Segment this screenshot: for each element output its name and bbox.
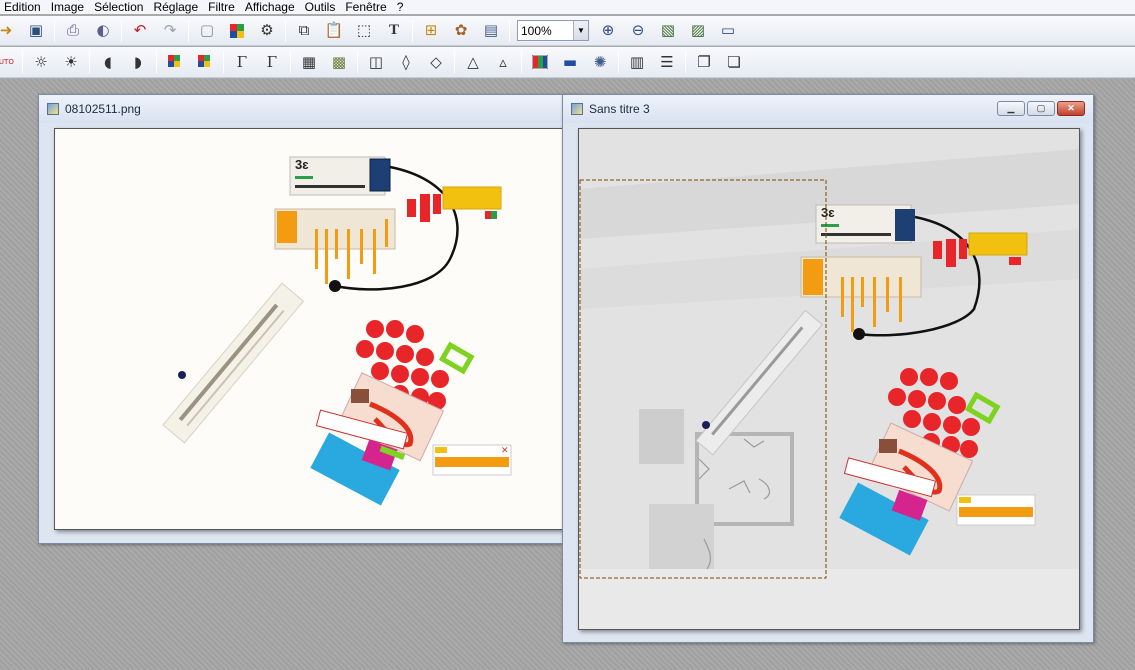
triangle-outline-icon[interactable]: ▵ (491, 50, 515, 74)
window-titlebar[interactable]: Sans titre 3 ▁ ▢ ✕ (563, 95, 1093, 123)
image-canvas[interactable]: 3ɛ (578, 128, 1080, 630)
separator (685, 51, 686, 73)
drop-outline-icon[interactable]: ◇ (424, 50, 448, 74)
svg-text:3ɛ: 3ɛ (821, 205, 835, 220)
chevron-down-icon[interactable]: ▼ (573, 21, 588, 40)
menu-edition[interactable]: Edition (0, 0, 46, 14)
select-icon[interactable]: ⬚ (352, 19, 376, 43)
separator (618, 51, 619, 73)
text-icon[interactable]: T (382, 19, 406, 43)
zoom-out-icon[interactable]: ⊖ (626, 19, 650, 43)
align-icon[interactable]: ☰ (655, 50, 679, 74)
menu-image[interactable]: Image (46, 0, 89, 14)
menu-help[interactable]: ? (392, 0, 409, 14)
tree-icon[interactable]: ⊞ (419, 19, 443, 43)
triangle-icon[interactable]: △ (461, 50, 485, 74)
image-file-icon (47, 103, 59, 115)
paste-icon[interactable]: 📋 (322, 19, 346, 43)
effect-icon[interactable]: ✺ (588, 50, 612, 74)
image-canvas[interactable]: 3ɛ (54, 128, 579, 530)
scanner-icon[interactable]: ◐ (91, 19, 115, 43)
minimize-icon[interactable]: ▁ (997, 101, 1025, 116)
blank-layer-icon[interactable]: ▢ (195, 19, 219, 43)
menu-outils[interactable]: Outils (300, 0, 341, 14)
maximize-icon[interactable]: ▢ (1027, 101, 1055, 116)
monitor-icon[interactable]: ▬ (558, 50, 582, 74)
separator (89, 51, 90, 73)
window-titlebar[interactable]: 08102511.png (39, 95, 577, 123)
drop-icon[interactable]: ◊ (394, 50, 418, 74)
document-window-right[interactable]: Sans titre 3 ▁ ▢ ✕ 3ɛ (562, 94, 1094, 643)
layers-out-icon[interactable]: ❏ (722, 50, 746, 74)
adjust-toolbar: AUTO ☼ ☀ ◖ ◗ Γ Γ ▦ ▩ ◫ ◊ ◇ △ ▵ ▬ ✺ ▥ ☰ ❐… (0, 47, 1135, 78)
layers-icon[interactable]: ❐ (692, 50, 716, 74)
svg-text:✕: ✕ (501, 445, 509, 455)
window-controls: ▁ ▢ ✕ (997, 101, 1085, 116)
menu-bar: Edition Image Sélection Réglage Filtre A… (0, 0, 1135, 14)
separator (188, 19, 189, 42)
window-icon[interactable]: ▤ (479, 19, 503, 43)
brightness-plus-icon[interactable]: ☀ (59, 50, 83, 74)
menu-selection[interactable]: Sélection (89, 0, 148, 14)
menu-reglage[interactable]: Réglage (148, 0, 203, 14)
window-title: 08102511.png (65, 102, 141, 116)
zoom-in-icon[interactable]: ⊕ (596, 19, 620, 43)
print-icon[interactable]: ⎙ (61, 19, 85, 43)
separator (412, 19, 413, 42)
gamma-plus-icon[interactable]: Γ (260, 50, 284, 74)
save-icon[interactable]: ▣ (24, 19, 48, 43)
palette-icon[interactable] (225, 19, 249, 43)
close-icon[interactable]: ✕ (1057, 101, 1085, 116)
open-icon[interactable]: ➜ (0, 19, 18, 43)
document-window-left[interactable]: 08102511.png 3ɛ ✕ (38, 94, 579, 544)
mosaic-icon[interactable]: ▩ (327, 50, 351, 74)
separator (223, 51, 224, 73)
split-icon[interactable]: ▥ (625, 50, 649, 74)
flip-icon[interactable]: ◫ (364, 50, 388, 74)
collage-artwork: 3ɛ (579, 129, 1079, 629)
redo-icon[interactable]: ↷ (158, 19, 182, 43)
settings-icon[interactable]: ✿ (449, 19, 473, 43)
menu-fenetre[interactable]: Fenêtre (340, 0, 391, 14)
separator (121, 19, 122, 42)
auto-icon[interactable]: AUTO (0, 50, 16, 74)
separator (22, 51, 23, 73)
actual-size-icon[interactable]: ▨ (686, 19, 710, 43)
svg-text:3ɛ: 3ɛ (295, 157, 309, 172)
separator (509, 19, 510, 42)
contrast-plus-icon[interactable]: ◗ (126, 50, 150, 74)
rgb-icon[interactable] (528, 50, 552, 74)
menu-filtre[interactable]: Filtre (203, 0, 240, 14)
color-minus-icon[interactable] (163, 50, 187, 74)
fullscreen-icon[interactable]: ▭ (716, 19, 740, 43)
zoom-select[interactable]: 100% ▼ (517, 20, 589, 41)
fit-window-icon[interactable]: ▧ (656, 19, 680, 43)
separator (454, 51, 455, 73)
separator (54, 19, 55, 42)
undo-icon[interactable]: ↶ (128, 19, 152, 43)
separator (156, 51, 157, 73)
separator (357, 51, 358, 73)
contrast-minus-icon[interactable]: ◖ (96, 50, 120, 74)
window-title: Sans titre 3 (589, 102, 650, 116)
brightness-minus-icon[interactable]: ☼ (29, 50, 53, 74)
separator (521, 51, 522, 73)
separator (285, 19, 286, 42)
main-toolbar: ➜ ▣ ⎙ ◐ ↶ ↷ ▢ ⚙ ⧉ 📋 ⬚ T ⊞ ✿ ▤ 100% ▼ ⊕ ⊖… (0, 16, 1135, 46)
collage-artwork: 3ɛ (162, 156, 512, 506)
color-plus-icon[interactable] (193, 50, 217, 74)
copy-icon[interactable]: ⧉ (292, 19, 316, 43)
grid-icon[interactable]: ▦ (297, 50, 321, 74)
gamma-minus-icon[interactable]: Γ (230, 50, 254, 74)
image-file-icon (571, 103, 583, 115)
menu-affichage[interactable]: Affichage (240, 0, 300, 14)
zoom-value: 100% (521, 23, 552, 38)
separator (290, 51, 291, 73)
script-icon[interactable]: ⚙ (255, 19, 279, 43)
